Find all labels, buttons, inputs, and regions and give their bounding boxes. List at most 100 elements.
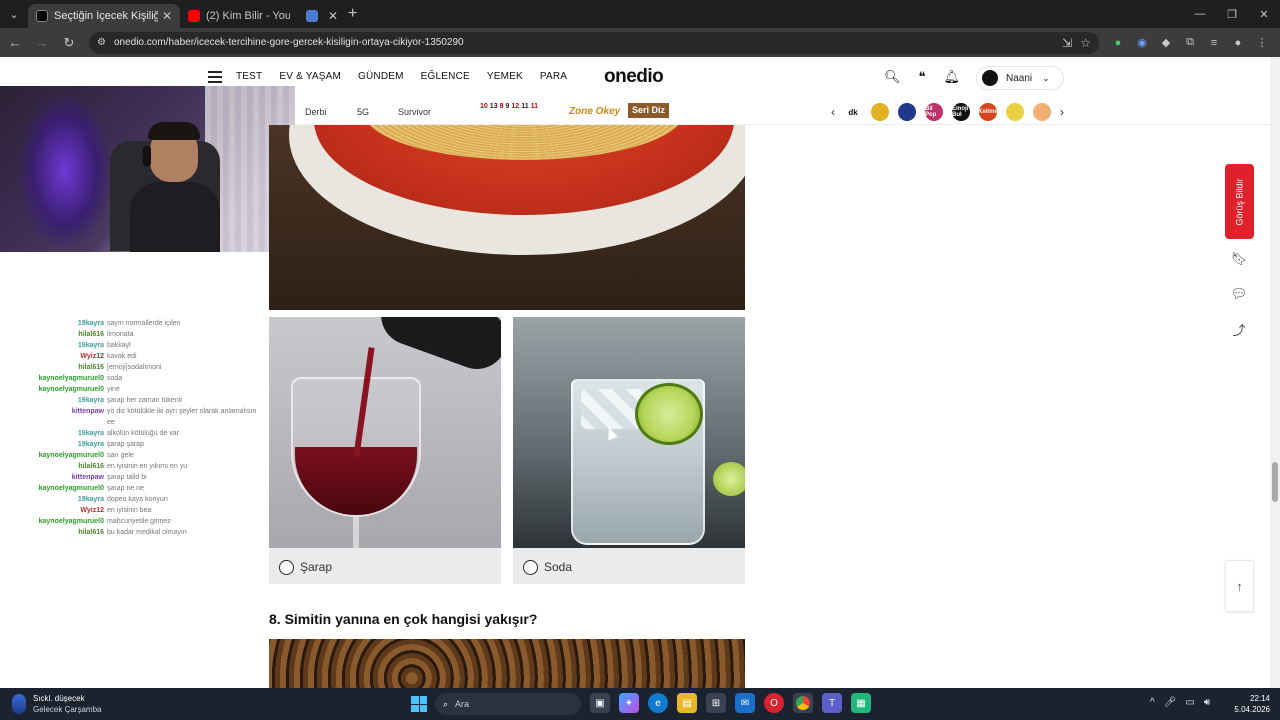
dk-icon[interactable]: dk xyxy=(844,103,862,121)
game-icon[interactable] xyxy=(871,103,889,121)
chat-username[interactable]: Wyiz12 xyxy=(0,505,107,516)
display-icon[interactable]: ▭ xyxy=(1185,697,1194,708)
profile-avatar-icon[interactable]: ● xyxy=(1229,34,1247,52)
chat-username[interactable]: hilal616 xyxy=(0,527,107,538)
minimize-icon[interactable]: — xyxy=(1184,0,1216,28)
forward-icon[interactable]: → xyxy=(30,31,54,55)
bell-icon[interactable]: 🔔︎ xyxy=(944,69,961,85)
search-icon[interactable]: 🔍︎ xyxy=(884,69,901,85)
chat-username[interactable]: 19kayra xyxy=(0,395,107,406)
tab-third[interactable]: ✕ xyxy=(298,4,342,28)
bookmark-add-icon[interactable]: 🔖︎ xyxy=(1228,248,1250,270)
user-menu[interactable]: Naani ⌄ xyxy=(976,66,1064,90)
spor-toto-badge[interactable]: 10 13 8 9 12 11 11 xyxy=(480,103,538,110)
puzzle-icon[interactable]: ⧉ xyxy=(1181,34,1199,52)
volume-icon[interactable]: 🔊︎ xyxy=(1204,697,1210,708)
url-field[interactable]: ⚙ onedio.com/haber/icecek-tercihine-gore… xyxy=(89,31,1099,54)
microphone-icon[interactable]: 🎤︎ xyxy=(1164,697,1177,708)
install-icon[interactable]: ⇲ xyxy=(1062,36,1072,50)
chat-username[interactable]: kaynoelyagmuruel0 xyxy=(0,483,107,494)
radio-button[interactable] xyxy=(279,560,294,575)
chat-username[interactable]: hilal616 xyxy=(0,461,107,472)
chevron-right-icon[interactable]: › xyxy=(1060,105,1064,119)
site-info-icon[interactable]: ⚙ xyxy=(97,37,106,48)
weather-widget[interactable]: Sıckl. düşecek Gelecek Çarşamba xyxy=(12,693,101,715)
chat-icon[interactable]: ❝ xyxy=(919,69,926,85)
share-icon[interactable]: ⤴ xyxy=(1228,318,1250,340)
chat-username[interactable]: kaynoelyagmuruel0 xyxy=(0,384,107,395)
game-icon[interactable]: Bil Pop xyxy=(925,103,943,121)
comments-icon[interactable]: 💬︎ xyxy=(1228,283,1250,305)
chat-username[interactable]: kittenpaw xyxy=(0,472,107,483)
chat-username[interactable]: 19kayra xyxy=(0,439,107,450)
tab-youtube[interactable]: (2) Kim Bilir - YouTube xyxy=(180,4,298,28)
hamburger-menu-icon[interactable] xyxy=(208,71,222,83)
chrome-icon[interactable] xyxy=(793,693,813,713)
nav-item[interactable]: TEST xyxy=(236,71,262,82)
chat-username[interactable]: hilal616 xyxy=(0,362,107,373)
reload-icon[interactable]: ↻ xyxy=(57,31,81,55)
page-scrollbar[interactable] xyxy=(1270,57,1280,688)
extension-icon[interactable]: ◉ xyxy=(1133,34,1151,52)
nav-item[interactable]: EĞLENCE xyxy=(421,71,470,82)
mail-icon[interactable]: ✉ xyxy=(735,693,755,713)
copilot-icon[interactable]: ✦ xyxy=(619,693,639,713)
chat-username[interactable]: hilal616 xyxy=(0,329,107,340)
chat-username[interactable]: kittenpaw xyxy=(0,406,107,417)
chat-username[interactable]: 19kayra xyxy=(0,318,107,329)
bookmark-star-icon[interactable]: ☆ xyxy=(1080,36,1091,50)
scrollbar-thumb[interactable] xyxy=(1272,462,1278,502)
tab-search-icon[interactable]: ⌄ xyxy=(0,0,28,28)
chat-username[interactable]: 19kayra xyxy=(0,428,107,439)
chat-username[interactable]: kaynoelyagmuruel0 xyxy=(0,373,107,384)
nav-item[interactable]: GÜNDEM xyxy=(358,71,404,82)
chat-username[interactable]: kaynoelyagmuruel0 xyxy=(0,516,107,527)
game-icon[interactable] xyxy=(1033,103,1051,121)
radio-button[interactable] xyxy=(523,560,538,575)
opera-icon[interactable]: O xyxy=(764,693,784,713)
game-icon[interactable] xyxy=(898,103,916,121)
system-clock[interactable]: 22:14 5.04.2026 xyxy=(1226,693,1270,715)
extension-icon[interactable]: ◆ xyxy=(1157,34,1175,52)
file-explorer-icon[interactable]: ▤ xyxy=(677,693,697,713)
close-tab-icon[interactable]: ✕ xyxy=(162,9,172,23)
tab-onedio[interactable]: Seçtiğin İçecek Kişiliğini Ele Veri ✕ xyxy=(28,4,180,28)
chat-username[interactable]: kaynoelyagmuruel0 xyxy=(0,450,107,461)
zone-okey-link[interactable]: Zone Okey xyxy=(569,106,620,117)
close-window-icon[interactable]: ✕ xyxy=(1248,0,1280,28)
game-icon[interactable] xyxy=(1006,103,1024,121)
game-icon[interactable]: Kelime xyxy=(978,103,998,121)
nav-item[interactable]: YEMEK xyxy=(487,71,523,82)
extension-icon[interactable]: ● xyxy=(1109,34,1127,52)
site-logo[interactable]: onedio xyxy=(604,66,664,88)
taskbar-search[interactable]: ⌕ Ara xyxy=(435,693,581,715)
scroll-to-top-button[interactable]: ↑ xyxy=(1225,560,1254,612)
teams-icon[interactable]: T xyxy=(822,693,842,713)
new-tab-button[interactable]: + xyxy=(348,5,357,23)
menu-kebab-icon[interactable]: ⋮ xyxy=(1253,34,1271,52)
chevron-left-icon[interactable]: ‹ xyxy=(831,105,835,119)
seri-diz-button[interactable]: Seri Diz xyxy=(628,103,670,118)
back-icon[interactable]: ← xyxy=(3,31,27,55)
feedback-button[interactable]: Görüş Bildir xyxy=(1225,164,1254,239)
chat-username[interactable]: 19kayra xyxy=(0,340,107,351)
store-icon[interactable]: ⊞ xyxy=(706,693,726,713)
chat-username[interactable]: Wyiz12 xyxy=(0,351,107,362)
restore-icon[interactable]: ❐ xyxy=(1216,0,1248,28)
windows-start-icon[interactable] xyxy=(411,696,427,712)
edge-icon[interactable]: e xyxy=(648,693,668,713)
nav-item[interactable]: PARA xyxy=(540,71,567,82)
subnav-derbi[interactable]: Derbi xyxy=(305,107,327,117)
app-icon[interactable]: ▦ xyxy=(851,693,871,713)
option-sarap[interactable]: Şarap xyxy=(269,317,501,584)
task-view-icon[interactable]: ▣ xyxy=(590,693,610,713)
chat-username[interactable]: 19kayra xyxy=(0,494,107,505)
subnav-5g[interactable]: 5G xyxy=(357,107,369,117)
subnav-survivor[interactable]: Survivor xyxy=(398,107,431,117)
chevron-up-icon[interactable]: ^ xyxy=(1150,697,1155,708)
nav-item[interactable]: EV & YAŞAM xyxy=(279,71,341,82)
close-tab-icon[interactable]: ✕ xyxy=(328,9,338,23)
game-icon[interactable]: Emoji Bul xyxy=(952,103,970,121)
chat-username[interactable] xyxy=(0,417,107,428)
option-soda[interactable]: Soda xyxy=(513,317,745,584)
